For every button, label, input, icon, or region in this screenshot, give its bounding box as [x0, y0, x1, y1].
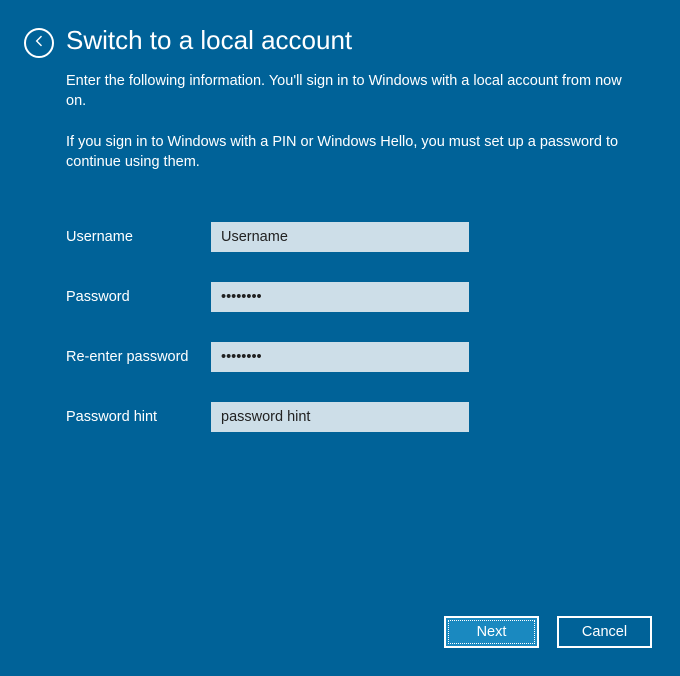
reenter-password-label: Re-enter password [66, 349, 211, 365]
password-label: Password [66, 289, 211, 305]
username-label: Username [66, 229, 211, 245]
password-hint-label: Password hint [66, 409, 211, 425]
intro-text-2: If you sign in to Windows with a PIN or … [66, 133, 626, 172]
password-hint-input[interactable] [211, 402, 469, 432]
next-button[interactable]: Next [444, 616, 539, 648]
back-button[interactable] [24, 28, 54, 58]
cancel-button[interactable]: Cancel [557, 616, 652, 648]
username-input[interactable] [211, 222, 469, 252]
password-input[interactable] [211, 282, 469, 312]
intro-text-1: Enter the following information. You'll … [66, 72, 626, 111]
reenter-password-input[interactable] [211, 342, 469, 372]
page-title: Switch to a local account [66, 25, 352, 56]
arrow-left-icon [31, 33, 47, 54]
